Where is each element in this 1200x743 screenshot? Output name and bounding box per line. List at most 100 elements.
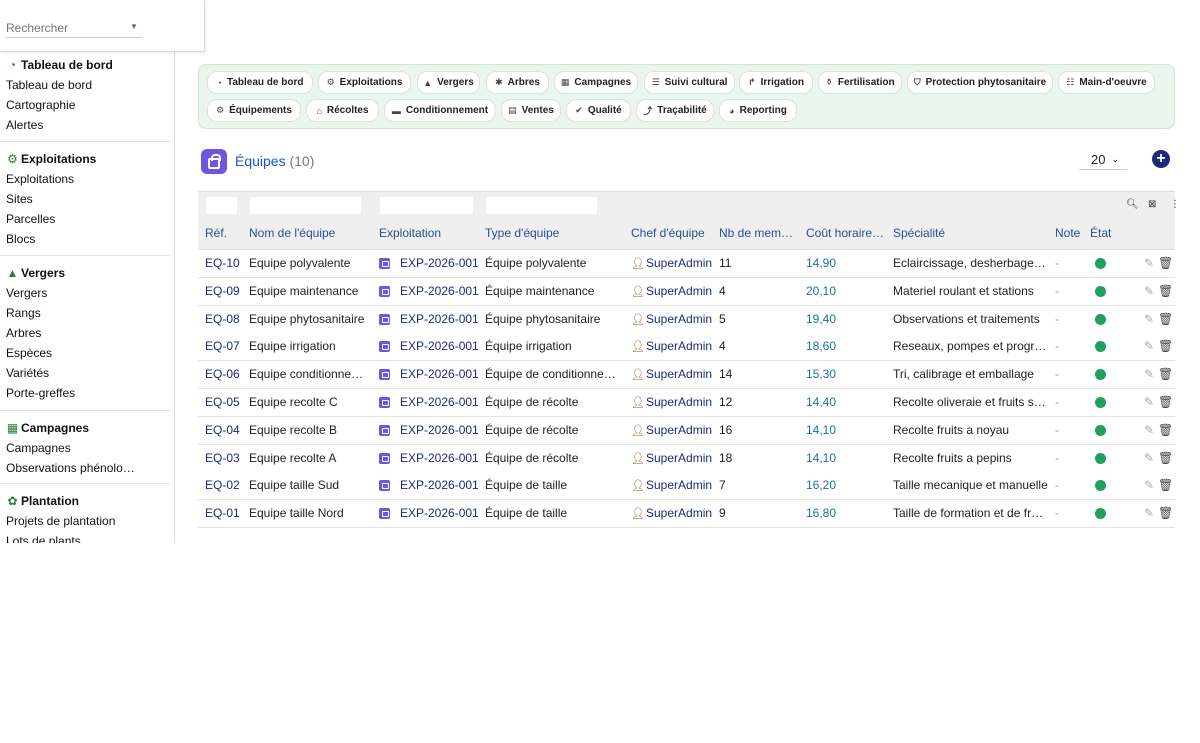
table-row[interactable]: EQ-02 Equipe taille Sud EXP-2026-001 Équipe… bbox=[198, 472, 1175, 501]
module-button[interactable]: ▬ Conditionnement bbox=[384, 99, 496, 122]
pencil-icon[interactable]: ✎ bbox=[1144, 361, 1154, 388]
module-button[interactable]: ⚱ Fertilisation bbox=[818, 71, 902, 94]
table-row[interactable]: EQ-08 Equipe phytosanitaire EXP-2026-001 Éq… bbox=[198, 305, 1175, 334]
trash-icon[interactable]: 🗑︎ bbox=[1158, 417, 1173, 444]
trash-icon[interactable]: 🗑︎ bbox=[1158, 472, 1173, 499]
sidebar-item[interactable]: Projets de plantation bbox=[0, 511, 140, 531]
pencil-icon[interactable]: ✎ bbox=[1144, 472, 1154, 499]
exploitation-link[interactable]: EXP-2026-001 bbox=[400, 284, 479, 298]
pencil-icon[interactable]: ✎ bbox=[1144, 417, 1154, 444]
cell-chef[interactable]: 👤︎SuperAdmin bbox=[631, 500, 713, 527]
exploitation-link[interactable]: EXP-2026-001 bbox=[400, 312, 479, 326]
pencil-icon[interactable]: ✎ bbox=[1144, 445, 1154, 472]
module-button[interactable]: ◔ Tableau de bord bbox=[207, 71, 313, 94]
cell-chef[interactable]: 👤︎SuperAdmin bbox=[631, 445, 713, 472]
cell-exploitation[interactable]: EXP-2026-001 bbox=[379, 306, 479, 333]
trash-icon[interactable]: 🗑︎ bbox=[1158, 250, 1173, 277]
filter-name-input[interactable] bbox=[249, 196, 362, 215]
module-button[interactable]: ⤴ Traçabilité bbox=[636, 99, 714, 122]
module-button[interactable]: ⛉ Protection phytosanitaire bbox=[907, 71, 1053, 94]
cell-chef[interactable]: 👤︎SuperAdmin bbox=[631, 278, 713, 305]
chef-link[interactable]: SuperAdmin bbox=[646, 451, 712, 465]
clear-filter-icon[interactable]: ⊠ bbox=[1148, 199, 1156, 210]
module-button[interactable]: ▦ Campagnes bbox=[554, 71, 638, 94]
exploitation-link[interactable]: EXP-2026-001 bbox=[400, 395, 479, 409]
filter-ref-input[interactable] bbox=[205, 196, 238, 215]
cell-chef[interactable]: 👤︎SuperAdmin bbox=[631, 361, 713, 388]
column-header[interactable]: Type d'équipe bbox=[485, 221, 625, 250]
pencil-icon[interactable]: ✎ bbox=[1144, 500, 1154, 527]
search-icon[interactable]: 🔍︎ bbox=[1126, 199, 1139, 210]
column-header[interactable]: État bbox=[1090, 221, 1130, 250]
module-button[interactable]: ↱ Irrigation bbox=[739, 71, 813, 94]
table-row[interactable]: EQ-09 Equipe maintenance EXP-2026-001 Équip… bbox=[198, 277, 1175, 306]
chef-link[interactable]: SuperAdmin bbox=[646, 395, 712, 409]
chef-link[interactable]: SuperAdmin bbox=[646, 506, 712, 520]
module-button[interactable]: ☰ Suivi cultural bbox=[644, 71, 735, 94]
trash-icon[interactable]: 🗑︎ bbox=[1158, 389, 1173, 416]
filter-exploitation-input[interactable] bbox=[379, 196, 474, 215]
module-button[interactable]: ✱ Arbres bbox=[486, 71, 549, 94]
sidebar-item[interactable]: Exploitations bbox=[0, 169, 140, 189]
filter-type-input[interactable] bbox=[485, 196, 598, 215]
column-header[interactable]: Chef d'équipe bbox=[631, 221, 711, 250]
exploitation-link[interactable]: EXP-2026-001 bbox=[400, 256, 479, 270]
chef-link[interactable]: SuperAdmin bbox=[646, 339, 712, 353]
cell-ref-link[interactable]: EQ-05 bbox=[205, 389, 245, 416]
cell-chef[interactable]: 👤︎SuperAdmin bbox=[631, 472, 713, 499]
exploitation-link[interactable]: EXP-2026-001 bbox=[400, 423, 479, 437]
module-button[interactable]: ▲ Vergers bbox=[417, 71, 480, 94]
chef-link[interactable]: SuperAdmin bbox=[646, 367, 712, 381]
sidebar-item[interactable]: Variétés bbox=[0, 363, 140, 383]
cell-ref-link[interactable]: EQ-04 bbox=[205, 417, 245, 444]
search-input[interactable] bbox=[6, 18, 142, 38]
trash-icon[interactable]: 🗑︎ bbox=[1158, 278, 1173, 305]
table-row[interactable]: EQ-01 Equipe taille Nord EXP-2026-001 Équip… bbox=[198, 500, 1175, 529]
table-row[interactable]: EQ-10 Equipe polyvalente EXP-2026-001 Équip… bbox=[198, 250, 1175, 278]
module-button[interactable]: ◕ Reporting bbox=[719, 99, 797, 122]
cell-ref-link[interactable]: EQ-10 bbox=[205, 250, 245, 277]
cell-exploitation[interactable]: EXP-2026-001 bbox=[379, 445, 479, 472]
cell-exploitation[interactable]: EXP-2026-001 bbox=[379, 333, 479, 360]
module-button[interactable]: ⚙ Exploitations bbox=[318, 71, 411, 94]
pencil-icon[interactable]: ✎ bbox=[1144, 306, 1154, 333]
sidebar-item[interactable]: Espèces bbox=[0, 343, 140, 363]
sidebar-item[interactable]: Arbres bbox=[0, 323, 140, 343]
sidebar-item[interactable]: Campagnes bbox=[0, 438, 140, 458]
cell-exploitation[interactable]: EXP-2026-001 bbox=[379, 250, 479, 277]
module-button[interactable]: ⚙ Équipements bbox=[207, 99, 301, 122]
cell-ref-link[interactable]: EQ-07 bbox=[205, 333, 245, 360]
sidebar-item[interactable]: Lots de plants bbox=[0, 531, 140, 543]
trash-icon[interactable]: 🗑︎ bbox=[1158, 361, 1173, 388]
sidebar-item[interactable]: Blocs bbox=[0, 229, 140, 249]
column-header[interactable]: Note bbox=[1055, 221, 1087, 250]
chef-link[interactable]: SuperAdmin bbox=[646, 478, 712, 492]
cell-exploitation[interactable]: EXP-2026-001 bbox=[379, 500, 479, 527]
table-row[interactable]: EQ-06 Equipe conditionnement EXP-2026-001 É… bbox=[198, 361, 1175, 390]
table-row[interactable]: EQ-03 Equipe recolte A EXP-2026-001 Équipe … bbox=[198, 444, 1175, 473]
chevron-down-icon[interactable]: ▼ bbox=[130, 22, 138, 31]
column-header[interactable]: Exploitation bbox=[379, 221, 479, 250]
module-button[interactable]: ✔ Qualité bbox=[566, 99, 631, 122]
cell-chef[interactable]: 👤︎SuperAdmin bbox=[631, 389, 713, 416]
column-header[interactable]: Nb de membres bbox=[719, 221, 797, 250]
sidebar-item[interactable]: Rangs bbox=[0, 303, 140, 323]
module-button[interactable]: ⌂ Récoltes bbox=[306, 99, 379, 122]
cell-ref-link[interactable]: EQ-02 bbox=[205, 472, 245, 499]
chef-link[interactable]: SuperAdmin bbox=[646, 256, 712, 270]
cell-ref-link[interactable]: EQ-01 bbox=[205, 500, 245, 527]
sidebar-section-header[interactable]: ▦ Campagnes bbox=[0, 418, 170, 438]
per-page-select[interactable]: 20 ⌄ bbox=[1079, 150, 1127, 170]
exploitation-link[interactable]: EXP-2026-001 bbox=[400, 451, 479, 465]
exploitation-link[interactable]: EXP-2026-001 bbox=[400, 506, 479, 520]
cell-ref-link[interactable]: EQ-08 bbox=[205, 306, 245, 333]
chef-link[interactable]: SuperAdmin bbox=[646, 284, 712, 298]
add-record-button[interactable]: + bbox=[1152, 150, 1170, 168]
cell-chef[interactable]: 👤︎SuperAdmin bbox=[631, 417, 713, 444]
sidebar-section-header[interactable]: ⚙ Exploitations bbox=[0, 149, 170, 169]
sidebar-item[interactable]: Tableau de bord bbox=[0, 75, 140, 95]
cell-exploitation[interactable]: EXP-2026-001 bbox=[379, 472, 479, 499]
sidebar-item[interactable]: Cartographie bbox=[0, 95, 140, 115]
sidebar-section-header[interactable]: ▲ Vergers bbox=[0, 263, 170, 283]
table-row[interactable]: EQ-05 Equipe recolte C EXP-2026-001 Équipe … bbox=[198, 389, 1175, 417]
